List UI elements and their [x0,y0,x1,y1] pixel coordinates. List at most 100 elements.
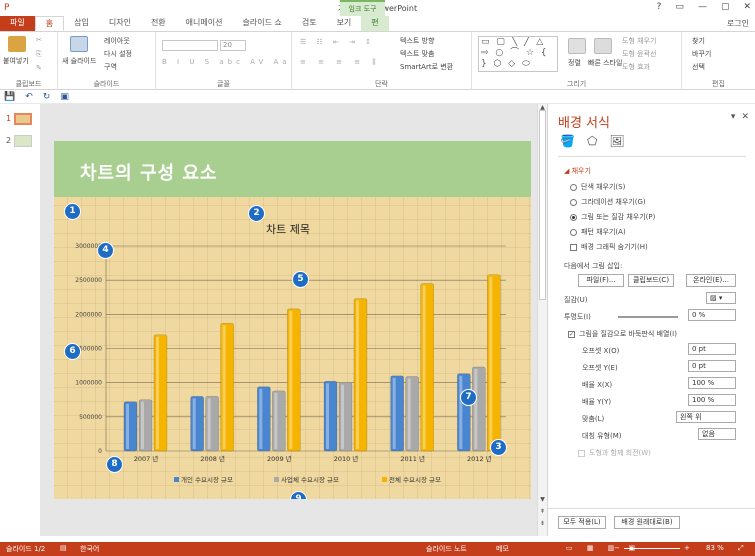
radio-icon[interactable] [570,183,577,191]
tab-animations[interactable]: 애니메이션 [176,16,233,31]
select-button[interactable]: 선택 [692,62,705,72]
texture-dropdown[interactable]: ▨ ▾ [706,292,736,304]
scale-y-input[interactable]: 100 % [688,394,736,406]
slide-thumbnail-1[interactable] [14,113,32,125]
insert-file-button[interactable]: 파일(F)... [578,274,624,287]
apply-all-button[interactable]: 모두 적용(L) [558,516,606,529]
reset-background-button[interactable]: 배경 원래대로(B) [614,516,680,529]
minimize-icon[interactable]: — [698,2,707,12]
zoom-in-icon[interactable]: + [684,544,690,552]
undo-icon[interactable]: ↶ [25,92,33,102]
slide[interactable]: 3000000 2500000 2000000 1500000 1000000 50000… [54,141,531,499]
transparency-input[interactable]: 0 % [688,309,736,321]
shape-outline-button[interactable]: 도형 윤곽선 [622,49,656,59]
shape-effect-button[interactable]: 도형 효과 [622,62,650,72]
tab-design[interactable]: 디자인 [99,16,141,31]
section-button[interactable]: 구역 [104,62,117,72]
offset-y-input[interactable]: 0 pt [688,360,736,372]
login-link[interactable]: 로그인 [727,18,749,29]
vertical-scrollbar[interactable]: ▲ ▼ ⇞ ⇟ [537,104,547,536]
next-slide-icon[interactable]: ⇟ [538,520,547,527]
pane-options-icon[interactable]: ▾ [731,112,736,122]
tile-checkbox[interactable]: ✓ 그림을 질감으로 바둑판식 배열(I) [568,329,677,339]
notes-button[interactable]: 슬라이드 노트 [426,544,467,554]
arrange-button[interactable]: 정렬 [568,58,581,68]
redo-icon[interactable]: ↻ [43,92,51,102]
quick-style-button[interactable]: 빠른 스타일 [588,58,622,68]
checkbox-icon-disabled[interactable] [578,449,585,457]
checkbox-icon[interactable] [570,243,577,251]
tab-review[interactable]: 검토 [292,16,327,31]
format-painter-icon[interactable]: ✎ [36,64,42,72]
copy-icon[interactable]: ⎘ [36,50,42,59]
fill-option-gradient[interactable]: 그라데이션 채우기(G) [570,197,646,207]
align-icons[interactable]: ≡ ≡ ≡ ≡ ⫼ [300,58,381,67]
scroll-thumb[interactable] [539,110,546,300]
new-slide-icon[interactable] [70,36,88,52]
layout-button[interactable]: 레이아웃 [104,36,130,46]
pentagon-effects-icon[interactable]: ⬠ [587,134,597,148]
mirror-dropdown[interactable]: 없음 [698,428,736,440]
prev-slide-icon[interactable]: ⇞ [538,508,547,515]
zoom-out-icon[interactable]: − [614,544,620,552]
insert-clipboard-button[interactable]: 클립보드(C) [628,274,674,287]
zoom-slider[interactable] [624,548,680,549]
save-icon[interactable]: 💾 [4,92,15,102]
comments-button[interactable]: 메모 [496,544,509,554]
smartart-button[interactable]: SmartArt로 변환 [400,62,453,72]
fill-bucket-icon[interactable]: 🪣 [560,134,575,148]
radio-icon[interactable] [570,198,577,206]
paste-icon[interactable] [8,36,26,52]
list-icons[interactable]: ☰ ☷ ⇤ ⇥ ↕ [300,38,375,46]
font-size-select[interactable]: 20 [220,40,246,51]
fit-slide-icon[interactable]: ⤢ [738,544,744,553]
help-icon[interactable]: ? [657,2,662,12]
font-format-icons[interactable]: B I U S abc AV Aa [162,58,291,66]
fill-option-picture[interactable]: 그림 또는 질감 채우기(P) [570,212,655,222]
fill-option-pattern[interactable]: 패턴 채우기(A) [570,227,626,237]
font-name-select[interactable] [162,40,218,51]
slide-title[interactable]: 차트의 구성 요소 [80,159,217,185]
checkbox-icon-checked[interactable]: ✓ [568,330,575,338]
tab-home[interactable]: 홈 [34,16,65,31]
quick-style-icon[interactable] [594,38,612,54]
pane-close-icon[interactable]: ✕ [741,112,749,122]
arrange-icon[interactable] [568,38,586,54]
text-direction-button[interactable]: 텍스트 방향 [400,36,434,46]
slide-thumbnail-2[interactable] [14,135,32,147]
ribbon-display-icon[interactable]: ▭ [675,2,684,12]
close-icon[interactable]: ✕ [743,2,751,12]
reset-button[interactable]: 다시 설정 [104,49,132,59]
transparency-slider[interactable] [618,316,678,318]
fill-section-header[interactable]: ◢ 채우기 [564,166,591,176]
scale-x-input[interactable]: 100 % [688,377,736,389]
tab-file[interactable]: 파일 [0,16,35,31]
picture-icon[interactable]: 🖼 [609,134,624,148]
radio-icon-selected[interactable] [570,213,577,221]
replace-button[interactable]: 바꾸기 [692,49,711,59]
hide-background-checkbox[interactable]: 배경 그래픽 숨기기(H) [570,242,648,252]
offset-x-input[interactable]: 0 pt [688,343,736,355]
text-align-button[interactable]: 텍스트 맞춤 [400,49,434,59]
paste-button[interactable]: 붙여넣기 [3,56,29,66]
spellcheck-icon[interactable]: ▤ [60,544,67,552]
shape-fill-button[interactable]: 도형 채우기 [622,36,656,46]
tab-transitions[interactable]: 전환 [141,16,176,31]
language-indicator[interactable]: 한국어 [80,544,99,554]
tab-insert[interactable]: 삽입 [64,16,99,31]
cut-icon[interactable]: ✂ [36,36,42,44]
shapes-gallery[interactable]: ▭ ▢ ╲ ╱ △ ⇨ ○ ⌒ ☆ { } ⬡ ◇ ⬭ [478,36,558,72]
tab-slideshow[interactable]: 슬라이드 쇼 [232,16,291,31]
tab-ink[interactable]: 편 [361,16,389,31]
tab-view[interactable]: 보기 [327,16,362,31]
chart[interactable]: 3000000250000020000001500000100000050000… [54,141,531,499]
insert-online-button[interactable]: 온라인(E)... [686,274,736,287]
start-slideshow-icon[interactable]: ▣ [60,92,69,102]
radio-icon[interactable] [570,228,577,236]
chart-title[interactable]: 차트 제목 [266,221,310,237]
new-slide-button[interactable]: 새 슬라이드 [62,56,96,66]
zoom-level[interactable]: 83 % [706,544,724,552]
scroll-down-icon[interactable]: ▼ [538,496,547,503]
find-button[interactable]: 찾기 [692,36,705,46]
align-dropdown[interactable]: 왼쪽 위 [676,411,736,423]
